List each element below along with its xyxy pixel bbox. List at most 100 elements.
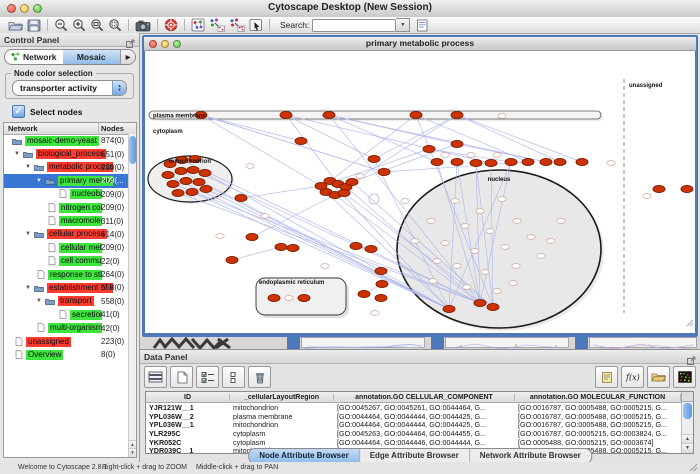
tree-row[interactable]: secretion41(0) bbox=[4, 308, 128, 321]
graph-node[interactable] bbox=[485, 159, 497, 166]
snapshot-camera-icon[interactable] bbox=[135, 18, 151, 33]
window-fragment[interactable] bbox=[301, 337, 425, 348]
graph-node[interactable] bbox=[576, 158, 588, 165]
function-builder-icon[interactable]: f(x) bbox=[621, 366, 644, 388]
scrollbar-thumb[interactable] bbox=[683, 403, 692, 419]
graph-node[interactable] bbox=[368, 155, 380, 162]
graph-node[interactable] bbox=[474, 299, 486, 306]
graph-node[interactable] bbox=[451, 158, 463, 165]
graph-node[interactable] bbox=[681, 185, 693, 192]
tab-node-attribute-browser[interactable]: Node Attribute Browser bbox=[249, 449, 359, 463]
tab-network[interactable]: Network bbox=[5, 50, 63, 64]
graph-node[interactable] bbox=[172, 189, 184, 196]
layout-nodes-icon[interactable] bbox=[209, 18, 225, 33]
import-attributes-icon[interactable] bbox=[647, 366, 670, 388]
tree-row[interactable]: cellular metabo209(0) bbox=[4, 241, 128, 254]
graph-node[interactable] bbox=[505, 158, 517, 165]
column-header[interactable]: _cellularLayoutRegion bbox=[230, 394, 334, 401]
app-resize-grip[interactable] bbox=[689, 463, 698, 474]
save-session-icon[interactable] bbox=[27, 18, 41, 33]
graph-node[interactable] bbox=[275, 243, 287, 250]
unselect-attributes-icon[interactable] bbox=[222, 366, 245, 388]
zoom-selected-icon[interactable] bbox=[108, 18, 122, 33]
tree-row[interactable]: ▼metabolic process280(0) bbox=[4, 161, 128, 174]
tree-row[interactable]: macromolecule311(0) bbox=[4, 214, 128, 227]
graph-node[interactable] bbox=[338, 189, 350, 196]
search-dropdown-button[interactable]: ▼ bbox=[396, 18, 410, 32]
tree-row[interactable]: ▼cellular process614(0) bbox=[4, 228, 128, 241]
tree-row[interactable]: nitrogen compo209(0) bbox=[4, 201, 128, 214]
network-graph[interactable]: plasma membranecytoplasmmitochondrionnuc… bbox=[145, 51, 695, 333]
graph-node[interactable] bbox=[298, 294, 310, 301]
graph-node[interactable] bbox=[280, 111, 292, 118]
graph-node[interactable] bbox=[375, 267, 387, 274]
scroll-down-icon[interactable]: ▼ bbox=[129, 448, 136, 457]
column-header[interactable]: ID bbox=[146, 394, 230, 401]
annotation-select-icon[interactable] bbox=[249, 18, 263, 33]
tab-mosaic[interactable]: Mosaic bbox=[63, 50, 121, 64]
graph-node[interactable] bbox=[522, 158, 534, 165]
tab-edge-attribute-browser[interactable]: Edge Attribute Browser bbox=[359, 449, 469, 463]
graph-node[interactable] bbox=[186, 188, 198, 195]
graph-node[interactable] bbox=[554, 158, 566, 165]
delete-attribute-icon[interactable] bbox=[248, 366, 271, 388]
zoom-out-icon[interactable] bbox=[54, 18, 68, 33]
notes-icon[interactable] bbox=[595, 366, 618, 388]
matrix-icon[interactable] bbox=[673, 366, 696, 388]
expander-icon[interactable]: ▼ bbox=[25, 164, 34, 170]
graph-node[interactable] bbox=[423, 145, 435, 152]
help-lifering-icon[interactable] bbox=[164, 18, 178, 33]
open-file-icon[interactable] bbox=[8, 18, 23, 33]
tree-row[interactable]: nucleobase-209(0) bbox=[4, 188, 128, 201]
zoom-in-icon[interactable] bbox=[72, 18, 86, 33]
table-row[interactable]: YJR121W__1mitochondrion[GO:0045267, GO:0… bbox=[146, 403, 693, 412]
graph-node[interactable] bbox=[443, 305, 455, 312]
graph-node[interactable] bbox=[180, 177, 192, 184]
view-resize-grip[interactable] bbox=[686, 314, 694, 332]
tree-row[interactable]: cell communicat22(0) bbox=[4, 255, 128, 268]
graph-node[interactable] bbox=[350, 242, 362, 249]
expander-icon[interactable]: ▼ bbox=[36, 298, 45, 304]
network-canvas[interactable]: plasma membranecytoplasmmitochondrionnuc… bbox=[145, 51, 695, 333]
layout-edges-icon[interactable] bbox=[229, 18, 245, 33]
window-edge[interactable] bbox=[575, 337, 588, 349]
expander-icon[interactable]: ▼ bbox=[36, 178, 45, 184]
table-row[interactable]: YPL036W__1mitochondrion[GO:0044464, GO:0… bbox=[146, 420, 693, 429]
column-header[interactable]: annotation.GO MOLECULAR_FUNCTION bbox=[515, 394, 681, 401]
new-attribute-icon[interactable] bbox=[170, 366, 193, 388]
graph-node[interactable] bbox=[246, 233, 258, 240]
graph-node[interactable] bbox=[431, 158, 443, 165]
graph-node[interactable] bbox=[653, 185, 665, 192]
attribute-table[interactable]: ID_cellularLayoutRegionannotation.GO CEL… bbox=[145, 391, 694, 454]
graph-node[interactable] bbox=[193, 178, 205, 185]
graph-node[interactable] bbox=[540, 158, 552, 165]
attribute-table-icon[interactable] bbox=[144, 366, 167, 388]
graph-node[interactable] bbox=[167, 180, 179, 187]
expander-icon[interactable]: ▼ bbox=[25, 231, 34, 237]
graph-node[interactable] bbox=[378, 168, 390, 175]
graph-node[interactable] bbox=[451, 140, 463, 147]
expander-icon[interactable]: ▼ bbox=[25, 285, 34, 291]
search-input[interactable] bbox=[312, 19, 396, 32]
graph-node[interactable] bbox=[199, 169, 211, 176]
network-overview-icon[interactable] bbox=[191, 18, 205, 33]
graph-node[interactable] bbox=[162, 171, 174, 178]
graph-node[interactable] bbox=[346, 178, 358, 185]
table-row[interactable]: YKR052Ccytoplasm[GO:0044464, GO:0044446,… bbox=[146, 438, 693, 447]
graph-node[interactable] bbox=[365, 245, 377, 252]
select-nodes-checkbox[interactable]: ✓ bbox=[12, 105, 25, 118]
graph-node[interactable] bbox=[226, 256, 238, 263]
node-color-dropdown[interactable]: transporter activity ▲▼ bbox=[12, 80, 127, 96]
table-row[interactable]: YPL036W__2plasma membrane[GO:0044464, GO… bbox=[146, 412, 693, 421]
search-config-icon[interactable] bbox=[416, 18, 429, 33]
scrollbar-thumb[interactable] bbox=[129, 136, 136, 164]
tree-row[interactable]: Overview8(0) bbox=[4, 348, 128, 361]
scroll-down-icon[interactable]: ▼ bbox=[682, 443, 693, 453]
expander-icon[interactable]: ▼ bbox=[14, 151, 23, 157]
graph-node[interactable] bbox=[410, 111, 422, 118]
graph-node[interactable] bbox=[295, 137, 307, 144]
tab-network-attribute-browser[interactable]: Network Attribute Browser bbox=[469, 449, 591, 463]
tab-scroll-right-icon[interactable]: ▶ bbox=[120, 50, 135, 64]
graph-node[interactable] bbox=[175, 167, 187, 174]
network-view-titlebar[interactable]: primary metabolic process bbox=[144, 37, 696, 51]
